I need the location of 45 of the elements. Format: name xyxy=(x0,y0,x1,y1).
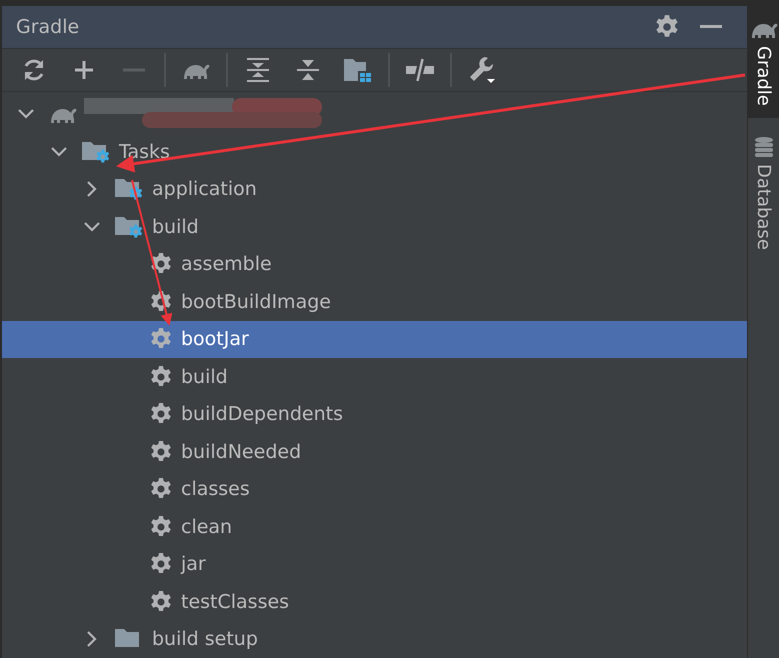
tree-item-label: build setup xyxy=(152,628,258,650)
panel-title: Gradle xyxy=(16,16,80,38)
tree-row[interactable]: Tasks xyxy=(2,133,748,170)
folder-gear-icon xyxy=(114,176,144,202)
tree-item-label: bootJar xyxy=(181,328,249,350)
tree-row[interactable]: buildNeeded xyxy=(2,433,748,470)
tree-row[interactable]: jar xyxy=(2,546,748,583)
tree-row[interactable]: bootBuildImage xyxy=(2,283,748,320)
gear-icon xyxy=(149,514,173,539)
gear-icon xyxy=(149,440,173,464)
gear-icon xyxy=(149,590,173,614)
tree-row[interactable]: buildDependents xyxy=(2,396,748,433)
tree-item-label: clean xyxy=(181,516,232,538)
side-tab[interactable]: Gradle xyxy=(748,0,779,118)
tree-item-label: bootBuildImage xyxy=(181,290,331,313)
tree-row[interactable]: build xyxy=(2,208,748,246)
tree-item-label: Tasks xyxy=(119,140,170,163)
database-icon xyxy=(754,136,774,158)
tree-item-label: buildNeeded xyxy=(181,440,302,463)
gear-icon xyxy=(654,14,680,40)
tree-item-label: buildDependents xyxy=(181,403,343,426)
tree-row[interactable]: application xyxy=(2,170,748,208)
tree-row[interactable]: classes xyxy=(2,470,748,508)
gear-icon xyxy=(149,290,173,314)
tree-row[interactable]: clean xyxy=(2,508,748,546)
tree-row[interactable]: testClasses xyxy=(2,583,748,620)
expand-all-icon xyxy=(246,56,270,83)
offline-mode-icon xyxy=(406,58,434,82)
minimize-icon xyxy=(700,25,722,28)
tree-row[interactable]: build setup xyxy=(2,620,748,658)
tree-item-label: build xyxy=(181,366,228,388)
tree-item-label: jar xyxy=(181,553,206,576)
gear-icon xyxy=(149,364,173,389)
tree-item-label: build xyxy=(152,216,199,238)
add-icon xyxy=(73,58,95,81)
tree-item-label: classes xyxy=(181,478,250,500)
side-tab[interactable]: Database xyxy=(748,118,779,262)
folder-grid-icon xyxy=(343,56,373,83)
tree-item-label: application xyxy=(152,178,257,200)
remove-icon xyxy=(123,68,145,72)
tree-row[interactable]: assemble xyxy=(2,246,748,283)
tree-item-label: testClasses xyxy=(181,590,290,613)
selected-tree-row[interactable]: bootJar xyxy=(2,320,748,358)
tree-row[interactable]: build xyxy=(2,358,748,396)
tree-item-label: assemble xyxy=(181,253,272,276)
